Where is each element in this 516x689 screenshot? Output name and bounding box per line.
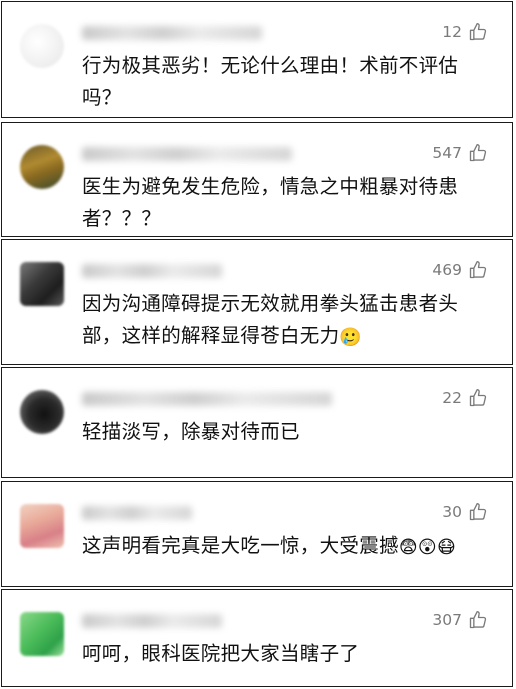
like-button[interactable]: 547 [432,143,488,163]
comment-body: 呵呵，眼科医院把大家当瞎子了 [82,642,360,665]
like-count: 12 [442,23,462,41]
like-count: 307 [432,611,462,629]
emoji: 😨😲😷 [398,537,457,558]
thumbs-up-icon [469,503,487,521]
comment-text: 这声明看完真是大吃一惊，大受震撼😨😲😷 [82,530,482,562]
emoji: 🥲 [339,327,363,348]
comment-body: 因为沟通障碍提示无效就用拳头猛击患者头部，这样的解释显得苍白无力 [82,292,459,347]
thumbs-up-icon [469,611,487,629]
comment-card: 307 呵呵，眼科医院把大家当瞎子了 [1,589,513,687]
comment-text: 轻描淡写，除暴对待而已 [82,416,482,448]
comment-card: 547 医生为避免发生危险，情急之中粗暴对待患者？？？ [1,122,513,237]
like-button[interactable]: 469 [432,260,488,280]
comment-body: 这声明看完真是大吃一惊，大受震撼 [82,534,399,557]
avatar[interactable] [20,262,64,306]
username-blurred[interactable] [82,26,262,40]
like-button[interactable]: 30 [442,502,488,522]
avatar[interactable] [20,612,64,656]
comment-text: 因为沟通障碍提示无效就用拳头猛击患者头部，这样的解释显得苍白无力🥲 [82,288,482,352]
like-button[interactable]: 12 [442,22,488,42]
comment-card: 30 这声明看完真是大吃一惊，大受震撼😨😲😷 [1,481,513,587]
thumbs-up-icon [469,144,487,162]
like-count: 469 [432,261,462,279]
comment-text: 行为极其恶劣！无论什么理由！术前不评估吗？ [82,50,482,114]
like-count: 30 [442,503,462,521]
comment-card: 469 因为沟通障碍提示无效就用拳头猛击患者头部，这样的解释显得苍白无力🥲 [1,239,513,365]
username-blurred[interactable] [82,264,222,278]
avatar[interactable] [20,504,64,548]
username-blurred[interactable] [82,147,292,161]
avatar[interactable] [20,145,64,189]
comment-text: 呵呵，眼科医院把大家当瞎子了 [82,638,482,670]
like-count: 547 [432,144,462,162]
thumbs-up-icon [469,261,487,279]
comment-card: 22 轻描淡写，除暴对待而已 [1,367,513,478]
comment-body: 医生为避免发生危险，情急之中粗暴对待患者？？？ [82,175,459,230]
username-blurred[interactable] [82,614,222,628]
comment-body: 行为极其恶劣！无论什么理由！术前不评估吗？ [82,54,459,109]
comment-text: 医生为避免发生危险，情急之中粗暴对待患者？？？ [82,171,482,235]
avatar[interactable] [20,390,64,434]
username-blurred[interactable] [82,506,192,520]
comment-card: 12 行为极其恶劣！无论什么理由！术前不评估吗？ [1,1,513,118]
thumbs-up-icon [469,389,487,407]
like-count: 22 [442,389,462,407]
avatar[interactable] [20,24,64,68]
comment-body: 轻描淡写，除暴对待而已 [82,420,300,443]
thumbs-up-icon [469,23,487,41]
like-button[interactable]: 307 [432,610,488,630]
username-blurred[interactable] [82,392,332,406]
like-button[interactable]: 22 [442,388,488,408]
